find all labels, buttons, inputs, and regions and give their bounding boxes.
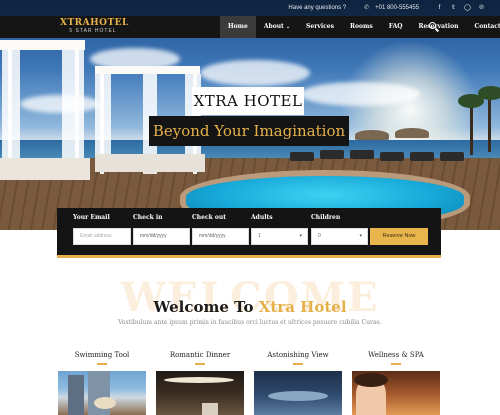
sun-lounger	[440, 152, 464, 161]
feature-title: Romantic Dinner	[169, 351, 231, 359]
checkin-date-input[interactable]: mm/dd/yyyy	[133, 228, 190, 245]
feature-image-swimming[interactable]	[58, 371, 146, 415]
sun-lounger	[350, 150, 374, 159]
logo-name: XTRAHOTEL	[60, 18, 129, 28]
welcome-heading: Welcome To Xtra Hotel	[153, 298, 347, 316]
feature-divider	[195, 363, 205, 365]
feature-image-view[interactable]	[254, 371, 342, 415]
feature-title: Swimming Tool	[74, 351, 130, 359]
pinterest-icon[interactable]: ℗	[477, 4, 486, 13]
feature-image-spa[interactable]	[352, 371, 440, 415]
feature-title: Wellness & SPA	[368, 351, 424, 359]
facebook-icon[interactable]: f	[435, 4, 444, 13]
hero-title: XTRA HOTEL	[192, 87, 304, 115]
hero-tagline: Beyond Your Imagination	[149, 116, 349, 146]
nav-item-rooms[interactable]: Rooms	[342, 16, 381, 38]
palm-tree	[488, 92, 491, 152]
adults-select[interactable]: 1 ▾	[251, 228, 308, 245]
feature-divider	[293, 363, 303, 365]
children-select[interactable]: 0 ▾	[311, 228, 368, 245]
cloud	[200, 60, 310, 86]
checkin-label: Check in	[133, 214, 163, 221]
feature-divider	[97, 363, 107, 365]
feature-swimming[interactable]: Swimming Tool	[58, 350, 146, 365]
sun-lounger	[410, 152, 434, 161]
chevron-down-icon: ▾	[299, 233, 302, 239]
instagram-icon[interactable]: ◯	[463, 4, 472, 13]
site-logo[interactable]: XTRAHOTEL 5 STAR HOTEL	[60, 18, 129, 35]
children-label: Children	[311, 214, 341, 221]
adults-label: Adults	[251, 214, 273, 221]
welcome-subtitle: Vestibulum ante ipsum primis in faucibus…	[118, 319, 382, 326]
checkout-date-input[interactable]: mm/dd/yyyy	[192, 228, 249, 245]
palm-tree	[470, 100, 473, 155]
chevron-down-icon: ▾	[359, 233, 362, 239]
search-icon[interactable]	[428, 21, 440, 33]
email-input[interactable]: Email address	[73, 228, 131, 245]
cabana-left	[0, 40, 90, 190]
sun-lounger	[380, 152, 404, 161]
beach-umbrella	[355, 130, 389, 140]
feature-image-dinner[interactable]	[156, 371, 244, 415]
nav-item-services[interactable]: Services	[298, 16, 342, 38]
cloud	[300, 82, 420, 106]
beach-umbrella	[395, 128, 429, 138]
main-navbar: XTRAHOTEL 5 STAR HOTEL Home About ⌄ Servi…	[0, 16, 500, 38]
checkout-label: Check out	[192, 214, 226, 221]
palm-tree	[478, 86, 500, 100]
questions-text: Have any questions ?	[288, 5, 347, 11]
phone-number[interactable]: +01 800-555455	[375, 5, 419, 11]
twitter-icon[interactable]: 𝕥	[449, 4, 458, 13]
feature-title: Astonishing View	[267, 351, 329, 359]
sun-lounger	[290, 152, 314, 161]
nav-item-contact[interactable]: Contact	[466, 16, 500, 38]
nav-item-faq[interactable]: FAQ	[381, 16, 411, 38]
reserve-now-button[interactable]: Reserve Now	[370, 228, 428, 245]
feature-dinner[interactable]: Romantic Dinner	[156, 350, 244, 365]
email-label: Your Email	[73, 214, 110, 221]
phone-icon: ✆	[364, 5, 370, 11]
feature-view[interactable]: Astonishing View	[254, 350, 342, 365]
top-bar: Have any questions ? ✆ +01 800-555455 f …	[0, 0, 500, 16]
nav-menu: Home About ⌄ Services Rooms FAQ Reservati…	[220, 16, 500, 38]
logo-subtitle: 5 STAR HOTEL	[69, 28, 117, 34]
nav-item-about[interactable]: About ⌄	[256, 16, 298, 38]
booking-form: Your Email Email address Check in mm/dd/…	[57, 208, 441, 258]
chevron-down-icon: ⌄	[285, 24, 291, 30]
sun-lounger	[320, 150, 344, 159]
feature-spa[interactable]: Wellness & SPA	[352, 350, 440, 365]
feature-divider	[391, 363, 401, 365]
nav-item-home[interactable]: Home	[220, 16, 256, 38]
